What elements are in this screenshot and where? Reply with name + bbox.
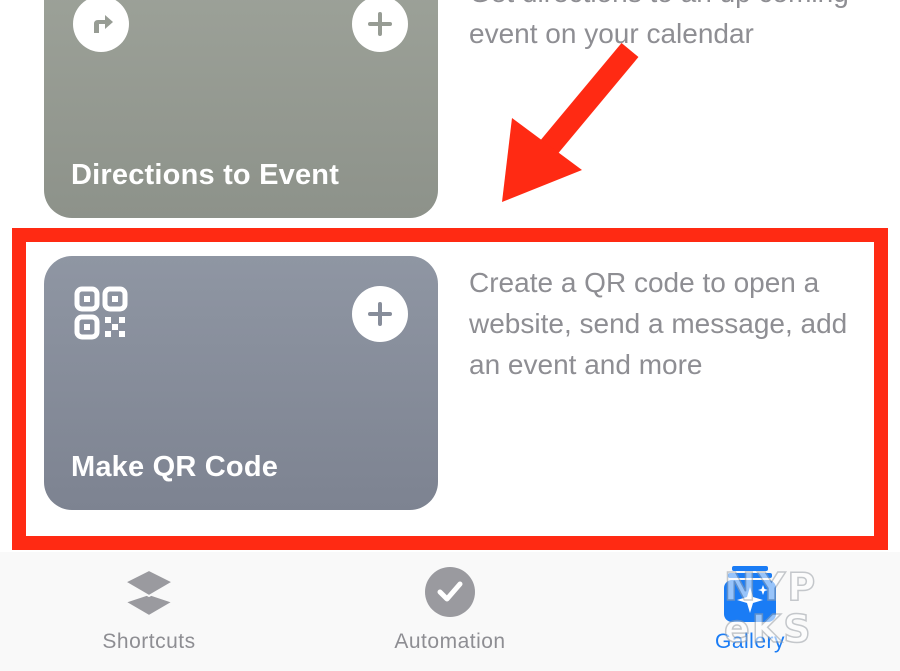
watermark-text: NYP [723,565,818,609]
red-arrow-annotation [502,42,639,202]
tab-automation[interactable]: Automation [350,564,550,664]
directions-icon-badge [73,0,129,52]
red-highlight-box [12,228,888,550]
plus-icon [368,12,392,36]
checkmark-clock-icon [425,567,475,617]
add-directions-button[interactable] [352,0,408,52]
tab-shortcuts[interactable]: Shortcuts [49,564,249,664]
tab-label: Automation [394,630,506,653]
card-title: Directions to Event [71,159,340,191]
tab-label: Shortcuts [102,630,196,653]
watermark-text: eKS [723,607,813,651]
layers-icon [124,569,174,617]
watermark-logo: NYP eKS [723,565,874,656]
directions-to-event-card[interactable]: Directions to Event [44,0,438,218]
shortcuts-gallery-screen: Directions to Event Get directions to an… [0,0,900,671]
directions-arrow-icon [94,15,113,33]
